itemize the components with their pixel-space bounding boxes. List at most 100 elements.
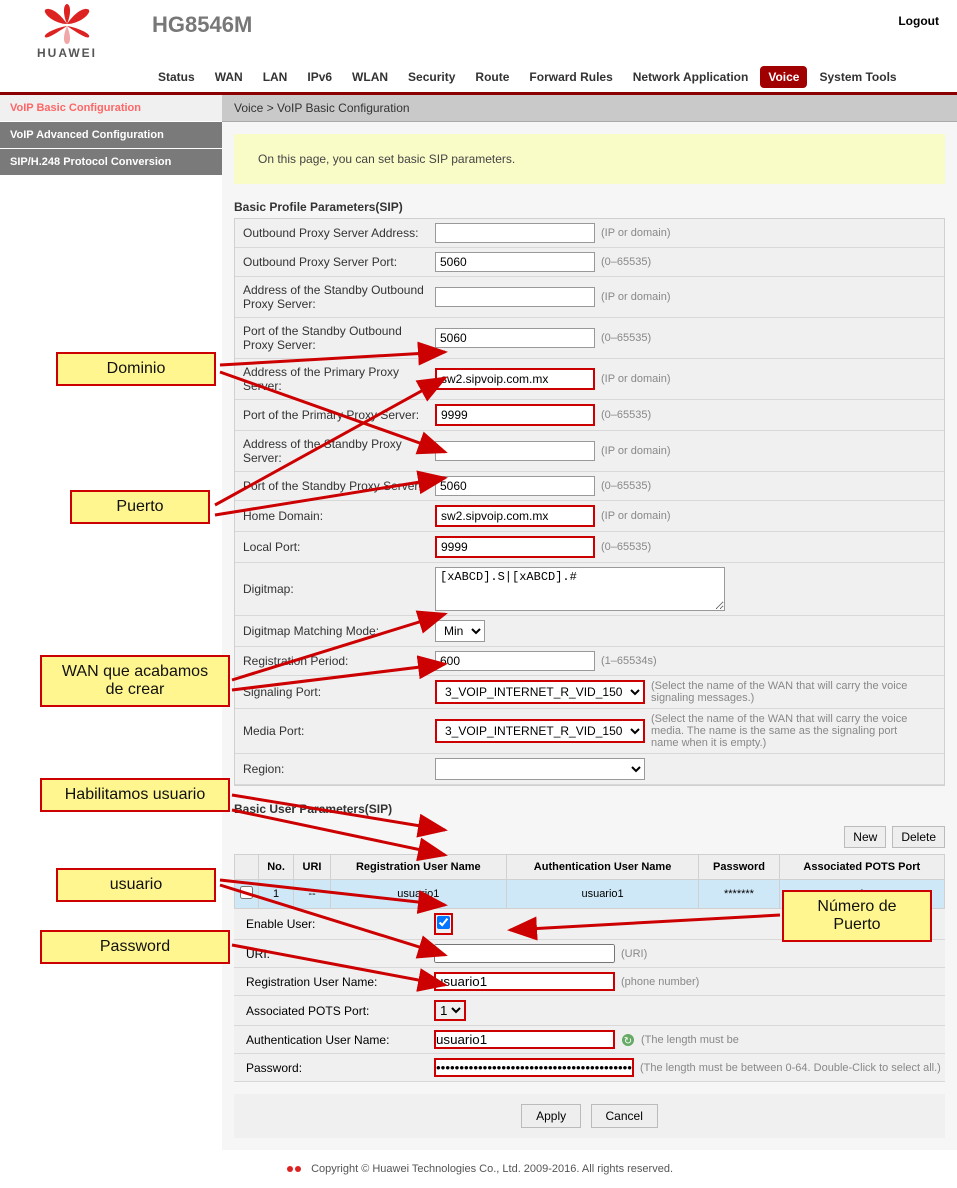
annot-hab-user: Habilitamos usuario (40, 778, 230, 812)
apply-button[interactable]: Apply (521, 1104, 581, 1128)
primary-addr-label: Address of the Primary Proxy Server: (235, 359, 435, 399)
col-pots: Associated POTS Port (779, 855, 944, 880)
delete-button[interactable]: Delete (892, 826, 945, 848)
hint: (0–65535) (601, 480, 651, 492)
standby-proxy-port-input[interactable] (435, 476, 595, 496)
cell-no: 1 (259, 880, 294, 909)
standby-outbound-port-input[interactable] (435, 328, 595, 348)
home-domain-input[interactable] (435, 505, 595, 527)
media-port-select[interactable]: 3_VOIP_INTERNET_R_VID_1503 (435, 719, 645, 743)
standby-proxy-port-label: Port of the Standby Proxy Server: (235, 473, 435, 499)
cancel-button[interactable]: Cancel (591, 1104, 658, 1128)
nav-item-forward[interactable]: Forward Rules (521, 66, 620, 88)
col-no: No. (259, 855, 294, 880)
hint: (IP or domain) (601, 227, 671, 239)
recycle-icon: ↻ (621, 1033, 635, 1047)
cell-pwd: ******* (699, 880, 779, 909)
sidebar-item-basic[interactable]: VoIP Basic Configuration (0, 95, 222, 121)
annot-usuario: usuario (56, 868, 216, 902)
annot-puerto: Puerto (70, 490, 210, 524)
outbound-port-input[interactable] (435, 252, 595, 272)
annot-num-puerto: Número de Puerto (782, 890, 932, 942)
standby-outbound-addr-input[interactable] (435, 287, 595, 307)
footer-logo-icon (284, 1162, 304, 1176)
password-input[interactable] (434, 1058, 634, 1077)
auth-user-label: Authentication User Name: (234, 1027, 434, 1053)
page-info: On this page, you can set basic SIP para… (234, 134, 945, 184)
hint: (URI) (621, 948, 647, 960)
enable-user-checkbox[interactable] (437, 916, 450, 929)
uri-input[interactable] (434, 944, 615, 963)
sidebar-item-advanced[interactable]: VoIP Advanced Configuration (0, 122, 222, 148)
nav-item-tools[interactable]: System Tools (811, 66, 904, 88)
hint: (Select the name of the WAN that will ca… (651, 713, 911, 749)
local-port-label: Local Port: (235, 534, 435, 560)
media-port-label: Media Port: (235, 718, 435, 744)
pots-label: Associated POTS Port: (234, 998, 434, 1024)
nav-item-wan[interactable]: WAN (207, 66, 251, 88)
cell-reg: usuario1 (330, 880, 506, 909)
region-label: Region: (235, 756, 435, 782)
hint: (0–65535) (601, 541, 651, 553)
password-label: Password: (234, 1055, 434, 1081)
main-nav: Status WAN LAN IPv6 WLAN Security Route … (0, 60, 957, 95)
brand-text: HUAWEI (12, 46, 122, 60)
hint: (1–65534s) (601, 655, 657, 667)
nav-item-route[interactable]: Route (467, 66, 517, 88)
nav-item-security[interactable]: Security (400, 66, 463, 88)
cell-auth: usuario1 (506, 880, 699, 909)
outbound-port-label: Outbound Proxy Server Port: (235, 249, 435, 275)
profile-section-title: Basic Profile Parameters(SIP) (222, 196, 957, 218)
primary-addr-input[interactable] (435, 368, 595, 390)
standby-proxy-addr-label: Address of the Standby Proxy Server: (235, 431, 435, 471)
svg-text:↻: ↻ (624, 1036, 632, 1047)
auth-user-input[interactable] (434, 1030, 615, 1049)
reg-period-input[interactable] (435, 651, 595, 671)
row-checkbox[interactable] (240, 886, 253, 899)
nav-item-netapp[interactable]: Network Application (625, 66, 757, 88)
logout-link[interactable]: Logout (898, 14, 939, 28)
sidebar-item-protocol[interactable]: SIP/H.248 Protocol Conversion (0, 149, 222, 175)
digitmap-label: Digitmap: (235, 576, 435, 602)
new-button[interactable]: New (844, 826, 886, 848)
standby-outbound-port-label: Port of the Standby Outbound Proxy Serve… (235, 318, 435, 358)
primary-port-input[interactable] (435, 404, 595, 426)
digitmap-mode-select[interactable]: Min (435, 620, 485, 642)
hint: (0–65535) (601, 256, 651, 268)
reg-period-label: Registration Period: (235, 648, 435, 674)
primary-port-label: Port of the Primary Proxy Server: (235, 402, 435, 428)
col-auth: Authentication User Name (506, 855, 699, 880)
standby-proxy-addr-input[interactable] (435, 441, 595, 461)
reg-user-input[interactable] (434, 972, 615, 991)
nav-item-ipv6[interactable]: IPv6 (299, 66, 340, 88)
hint: (phone number) (621, 976, 699, 988)
hint: (0–65535) (601, 332, 651, 344)
outbound-addr-input[interactable] (435, 223, 595, 243)
local-port-input[interactable] (435, 536, 595, 558)
nav-item-wlan[interactable]: WLAN (344, 66, 396, 88)
digitmap-mode-label: Digitmap Matching Mode: (235, 618, 435, 644)
pots-select[interactable]: 1 (434, 1000, 466, 1021)
signaling-port-select[interactable]: 3_VOIP_INTERNET_R_VID_1503 (435, 680, 645, 704)
hint: (IP or domain) (601, 445, 671, 457)
nav-item-lan[interactable]: LAN (255, 66, 296, 88)
nav-item-voice[interactable]: Voice (760, 66, 807, 88)
model-title: HG8546M (152, 12, 252, 38)
footer-text: Copyright © Huawei Technologies Co., Ltd… (311, 1163, 673, 1175)
region-select[interactable] (435, 758, 645, 780)
annot-dominio: Dominio (56, 352, 216, 386)
user-section-title: Basic User Parameters(SIP) (222, 798, 957, 820)
hint: (0–65535) (601, 409, 651, 421)
col-pwd: Password (699, 855, 779, 880)
enable-user-label: Enable User: (234, 911, 434, 937)
digitmap-input[interactable]: [xABCD].S|[xABCD].# (435, 567, 725, 611)
hint: (IP or domain) (601, 510, 671, 522)
hint: (The length must be (641, 1034, 739, 1046)
reg-user-label: Registration User Name: (234, 969, 434, 995)
uri-label: URI: (234, 941, 434, 967)
col-uri: URI (294, 855, 331, 880)
nav-item-status[interactable]: Status (150, 66, 203, 88)
brand-logo: HUAWEI (12, 4, 122, 60)
col-check (235, 855, 259, 880)
hint: (IP or domain) (601, 373, 671, 385)
